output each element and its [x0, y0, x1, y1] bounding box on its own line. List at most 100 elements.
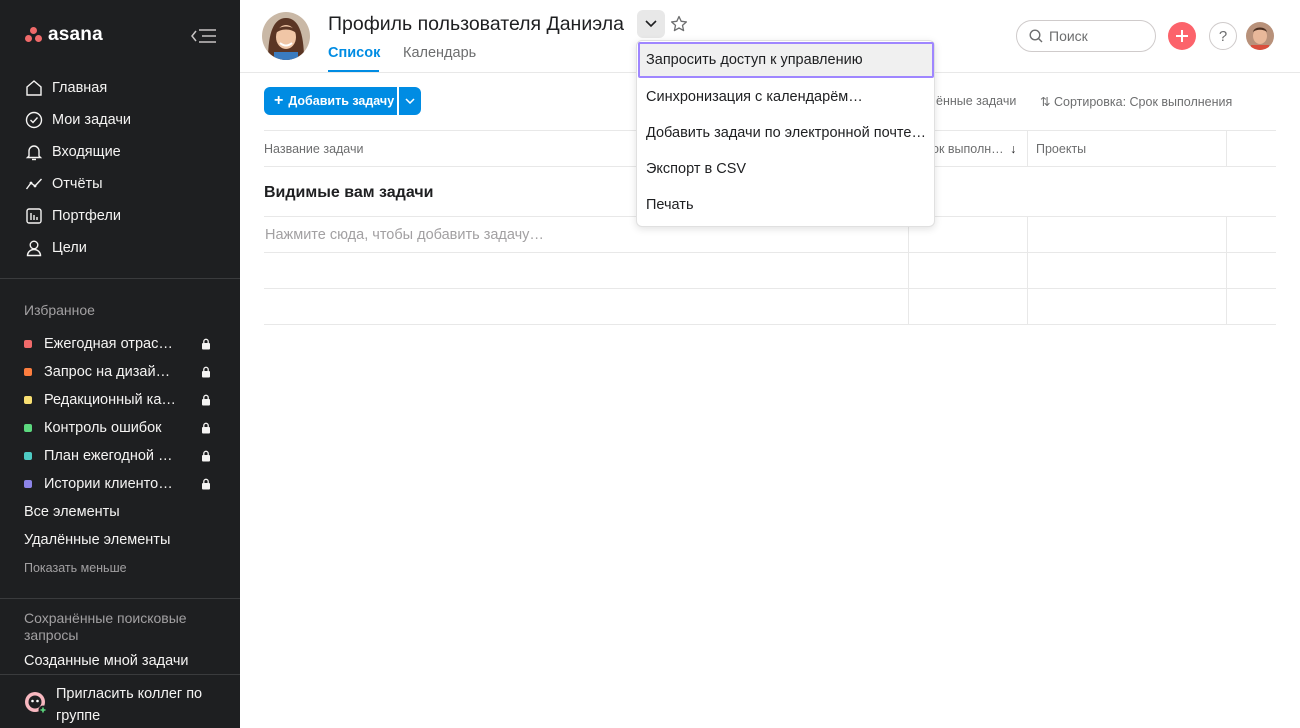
project-color-dot [24, 396, 32, 404]
menu-item-request-access[interactable]: Запросить доступ к управлению [638, 42, 934, 78]
completed-tasks-filter[interactable]: ённые задачи [936, 94, 1016, 108]
sidebar-item-home[interactable]: Главная [0, 72, 240, 104]
column-divider [1027, 216, 1028, 324]
add-task-label: Добавить задачу [288, 94, 395, 108]
column-divider [908, 216, 909, 324]
invite-icon [25, 692, 48, 715]
lock-icon [202, 422, 210, 434]
favorite-label: Запрос на дизайн… [44, 364, 178, 380]
sort-arrow-down-icon: ↓ [1010, 142, 1017, 156]
sidebar-divider [0, 278, 240, 279]
due-date-label: ок выполн… [932, 142, 1004, 156]
person-icon [24, 238, 44, 258]
row-border [264, 252, 1276, 253]
add-task-dropdown-button[interactable] [399, 87, 421, 115]
show-less-link[interactable]: Показать меньше [24, 561, 127, 575]
favorite-label: Редакционный ка… [44, 392, 176, 408]
sidebar-item-label: Входящие [52, 144, 121, 160]
saved-searches-heading: Сохранённые поисковые запросы [24, 610, 187, 643]
menu-item-add-tasks-by-email[interactable]: Добавить задачи по электронной почте… [638, 115, 934, 151]
favorite-item[interactable]: Истории клиенто… [0, 470, 240, 498]
lock-icon [202, 450, 210, 462]
add-task-row[interactable]: Нажмите сюда, чтобы добавить задачу… [265, 227, 544, 243]
project-color-dot [24, 424, 32, 432]
profile-avatar[interactable] [262, 12, 310, 60]
page-title: Профиль пользователя Даниэла [328, 13, 624, 35]
app-root: asana Главная Мои задачи Входящие Отчёты… [0, 0, 1300, 728]
favorite-item[interactable]: Ежегодная отрас… [0, 330, 240, 358]
sidebar-item-label: Отчёты [52, 176, 103, 192]
favorite-label: Контроль ошибок [44, 420, 162, 436]
search-box[interactable] [1016, 20, 1156, 52]
section-title: Видимые вам задачи [264, 184, 434, 201]
invite-teammates-button[interactable]: Пригласить коллег по группе [0, 674, 240, 728]
sidebar-item-label: Цели [52, 240, 87, 256]
bell-icon [24, 142, 44, 162]
trend-line-icon [24, 174, 44, 194]
column-header-due-date[interactable]: ок выполн… ↓ [932, 142, 1016, 156]
column-header-projects[interactable]: Проекты [1036, 142, 1086, 156]
sort-button[interactable]: ⇅ Сортировка: Срок выполнения [1040, 94, 1232, 109]
menu-item-print[interactable]: Печать [638, 187, 934, 223]
favorite-label: Ежегодная отрас… [44, 336, 173, 352]
favorite-item[interactable]: Редакционный ка… [0, 386, 240, 414]
column-divider [1027, 130, 1028, 166]
sidebar-item-label: Мои задачи [52, 112, 132, 128]
saved-search-created-by-me[interactable]: Созданные мной задачи [24, 653, 189, 669]
quick-add-button[interactable] [1168, 22, 1196, 50]
project-color-dot [24, 480, 32, 488]
sort-icon: ⇅ [1040, 95, 1051, 109]
favorites-heading: Избранное [24, 302, 95, 318]
favorite-label: Истории клиенто… [44, 476, 173, 492]
sidebar-item-inbox[interactable]: Входящие [0, 136, 240, 168]
chevron-down-icon [405, 98, 415, 104]
plus-icon [1176, 30, 1188, 42]
asana-logo-icon [24, 26, 44, 44]
title-dropdown-button[interactable] [637, 10, 665, 38]
sidebar-item-reports[interactable]: Отчёты [0, 168, 240, 200]
lock-icon [202, 366, 210, 378]
plus-icon: + [274, 92, 284, 109]
tab-list[interactable]: Список [328, 45, 380, 61]
invite-label: Пригласить коллег по группе [56, 686, 203, 724]
favorites-list: Ежегодная отрас… Запрос на дизайн… Редак… [0, 330, 240, 498]
favorite-item[interactable]: Запрос на дизайн… [0, 358, 240, 386]
home-icon [24, 78, 44, 98]
check-circle-icon [24, 110, 44, 130]
deleted-items-link[interactable]: Удалённые элементы [24, 532, 170, 548]
column-divider [1226, 216, 1227, 324]
star-icon[interactable] [670, 15, 688, 33]
search-input[interactable] [1049, 28, 1149, 44]
add-task-button[interactable]: + Добавить задачу [264, 87, 397, 115]
sidebar: asana Главная Мои задачи Входящие Отчёты… [0, 0, 240, 728]
asana-logo[interactable]: asana [24, 24, 103, 46]
column-header-task-name[interactable]: Название задачи [264, 142, 363, 156]
collapse-sidebar-icon[interactable] [190, 26, 218, 46]
menu-item-export-csv[interactable]: Экспорт в CSV [638, 151, 934, 187]
row-border [264, 288, 1276, 289]
project-color-dot [24, 368, 32, 376]
help-button[interactable]: ? [1209, 22, 1237, 50]
chevron-down-icon [645, 20, 657, 28]
title-dropdown-menu: Запросить доступ к управлению Синхрониза… [636, 40, 935, 227]
sidebar-item-goals[interactable]: Цели [0, 232, 240, 264]
project-color-dot [24, 452, 32, 460]
portfolio-icon [24, 206, 44, 226]
favorite-item[interactable]: План ежегодной … [0, 442, 240, 470]
favorite-item[interactable]: Контроль ошибок [0, 414, 240, 442]
lock-icon [202, 338, 210, 350]
column-divider [1226, 130, 1227, 166]
sidebar-item-label: Портфели [52, 208, 121, 224]
sidebar-divider [0, 598, 240, 599]
asana-logo-text: asana [48, 24, 103, 45]
sidebar-item-portfolios[interactable]: Портфели [0, 200, 240, 232]
active-tab-indicator [328, 70, 379, 72]
search-icon [1029, 29, 1043, 43]
menu-item-calendar-sync[interactable]: Синхронизация с календарём… [638, 79, 934, 115]
sidebar-item-my-tasks[interactable]: Мои задачи [0, 104, 240, 136]
project-color-dot [24, 340, 32, 348]
all-items-link[interactable]: Все элементы [24, 504, 120, 520]
user-avatar[interactable] [1246, 22, 1274, 50]
tab-calendar[interactable]: Календарь [403, 45, 476, 61]
row-border [264, 324, 1276, 325]
